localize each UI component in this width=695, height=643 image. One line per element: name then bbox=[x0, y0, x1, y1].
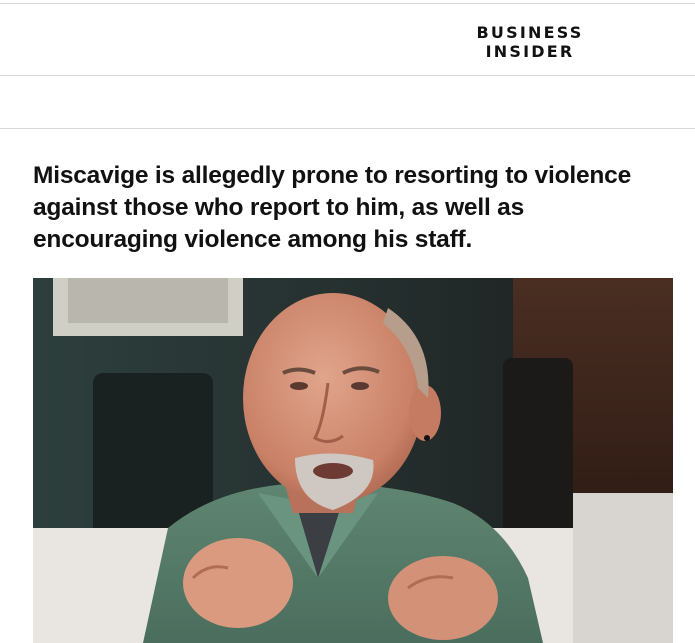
logo-line-2: INSIDER bbox=[485, 42, 575, 61]
business-insider-logo[interactable]: BUSINESS INSIDER bbox=[470, 23, 590, 61]
site-header: BUSINESS INSIDER bbox=[0, 4, 695, 76]
nav-divider bbox=[0, 128, 695, 129]
article-photo bbox=[33, 278, 673, 643]
logo-line-1: BUSINESS bbox=[476, 23, 584, 42]
slide-headline: Miscavige is allegedly prone to resortin… bbox=[33, 162, 631, 253]
secondary-nav-bar bbox=[0, 76, 695, 128]
